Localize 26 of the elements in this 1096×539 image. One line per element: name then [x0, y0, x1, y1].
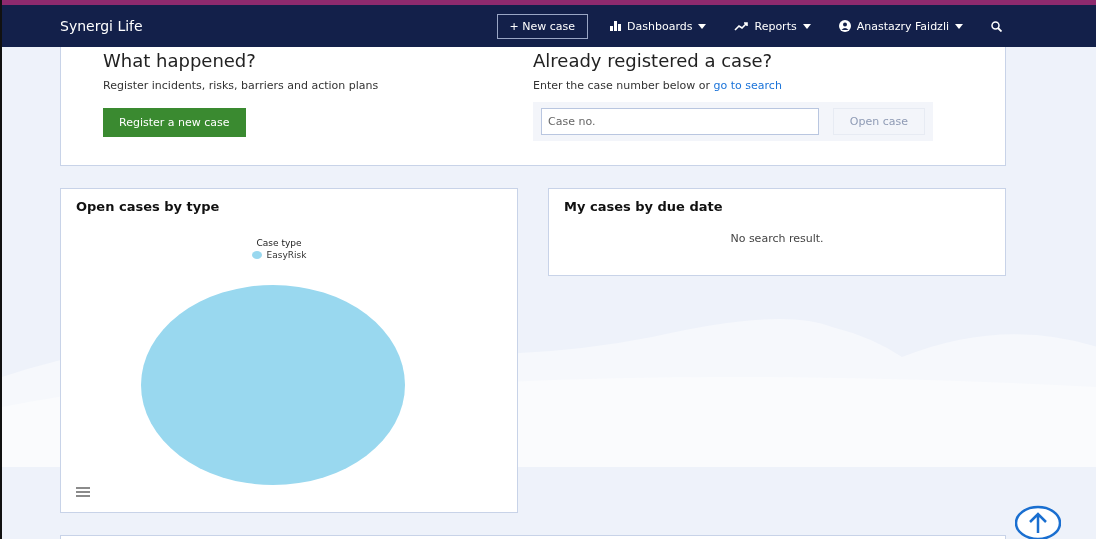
legend-title: Case type: [256, 238, 302, 248]
nav-menu[interactable]: Dashboards: [610, 19, 707, 33]
search-icon[interactable]: [991, 20, 1002, 32]
user-icon: [838, 20, 851, 32]
panel-title: Open cases by type: [76, 199, 221, 214]
empty-message: No search result.: [730, 232, 824, 245]
legend-item[interactable]: EasyRisk: [251, 250, 307, 260]
section-description: Enter the case number below or go to search: [533, 79, 783, 92]
case-number-field[interactable]: Case no.: [541, 108, 819, 135]
nav-menu[interactable]: Reports: [734, 19, 811, 33]
register-case-button[interactable]: Register a new case: [103, 108, 246, 137]
caret-icon: [955, 23, 963, 29]
trend-line-icon: [734, 21, 749, 31]
bar-chart-icon: [610, 21, 622, 31]
menu-icon[interactable]: [76, 487, 90, 497]
scroll-to-top-icon[interactable]: [1015, 505, 1061, 539]
nav-menu[interactable]: Anastazry Faidzli: [838, 19, 963, 33]
section-heading: What happened?: [103, 50, 257, 71]
new-case-button[interactable]: + New case: [496, 13, 589, 39]
search-link[interactable]: go to search: [713, 79, 782, 92]
panel-title: My cases by due date: [564, 199, 724, 214]
caret-icon: [802, 23, 811, 29]
section-heading: Already registered a case?: [533, 50, 774, 71]
section-description: Register incidents, risks, barriers and action plans: [103, 79, 380, 92]
caret-icon: [698, 23, 707, 29]
brand-name[interactable]: Synergi Life: [60, 18, 497, 34]
